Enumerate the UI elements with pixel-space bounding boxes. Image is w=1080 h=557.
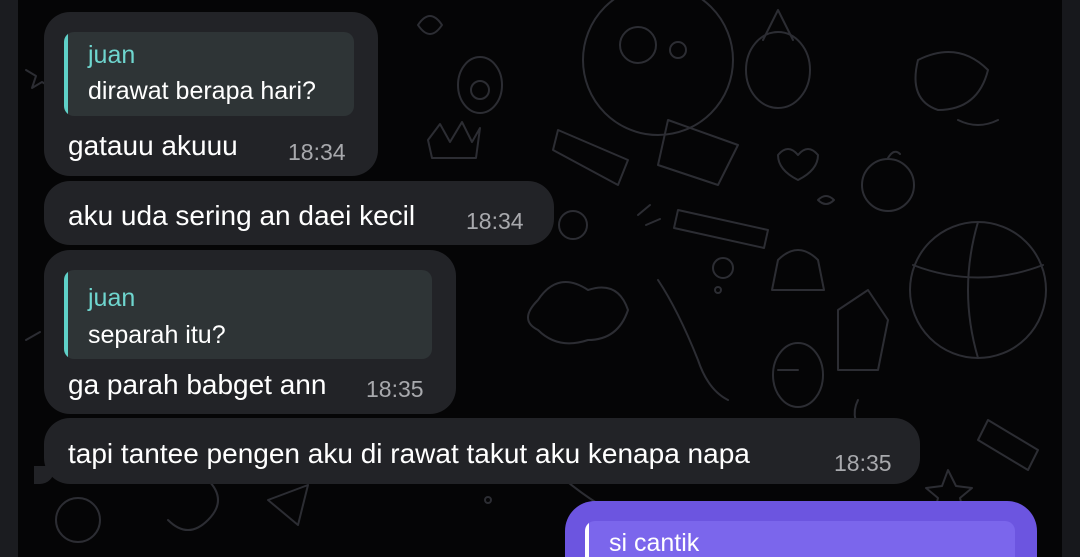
message-time: 18:35 [366, 376, 424, 402]
reply-text: dirawat berapa hari? [88, 77, 316, 105]
right-edge [1062, 0, 1080, 557]
chat-area[interactable]: juan dirawat berapa hari? gatauu akuuu 1… [18, 0, 1062, 557]
reply-author: juan [88, 41, 136, 69]
message-text: tapi tantee pengen aku di rawat takut ak… [68, 438, 750, 469]
message-text: aku uda sering an daei kecil [68, 200, 416, 231]
reply-accent-bar [585, 521, 589, 557]
reply-author: si cantik [609, 529, 700, 557]
message-text: gatauu akuuu [68, 130, 238, 161]
message-bubble[interactable]: tapi tantee pengen aku di rawat takut ak… [34, 418, 920, 484]
message-bubble[interactable]: juan separah itu? ga parah babget ann 18… [44, 250, 456, 414]
message-time: 18:35 [834, 450, 892, 476]
message-bubble[interactable]: aku uda sering an daei kecil 18:34 [44, 181, 554, 245]
reply-accent-bar [64, 270, 68, 359]
message-text: ga parah babget ann [68, 369, 327, 400]
reply-author: juan [88, 284, 136, 312]
reply-preview[interactable]: si cantik [585, 521, 1015, 557]
message-bubble[interactable]: juan dirawat berapa hari? gatauu akuuu 1… [44, 12, 378, 176]
left-edge [0, 0, 18, 557]
reply-text: separah itu? [88, 321, 226, 349]
reply-accent-bar [64, 32, 68, 116]
message-time: 18:34 [288, 139, 346, 165]
reply-preview[interactable]: juan dirawat berapa hari? [64, 32, 354, 116]
reply-preview[interactable]: juan separah itu? [64, 270, 432, 359]
outgoing-message-bubble[interactable]: si cantik [565, 501, 1037, 557]
message-time: 18:34 [466, 208, 524, 234]
